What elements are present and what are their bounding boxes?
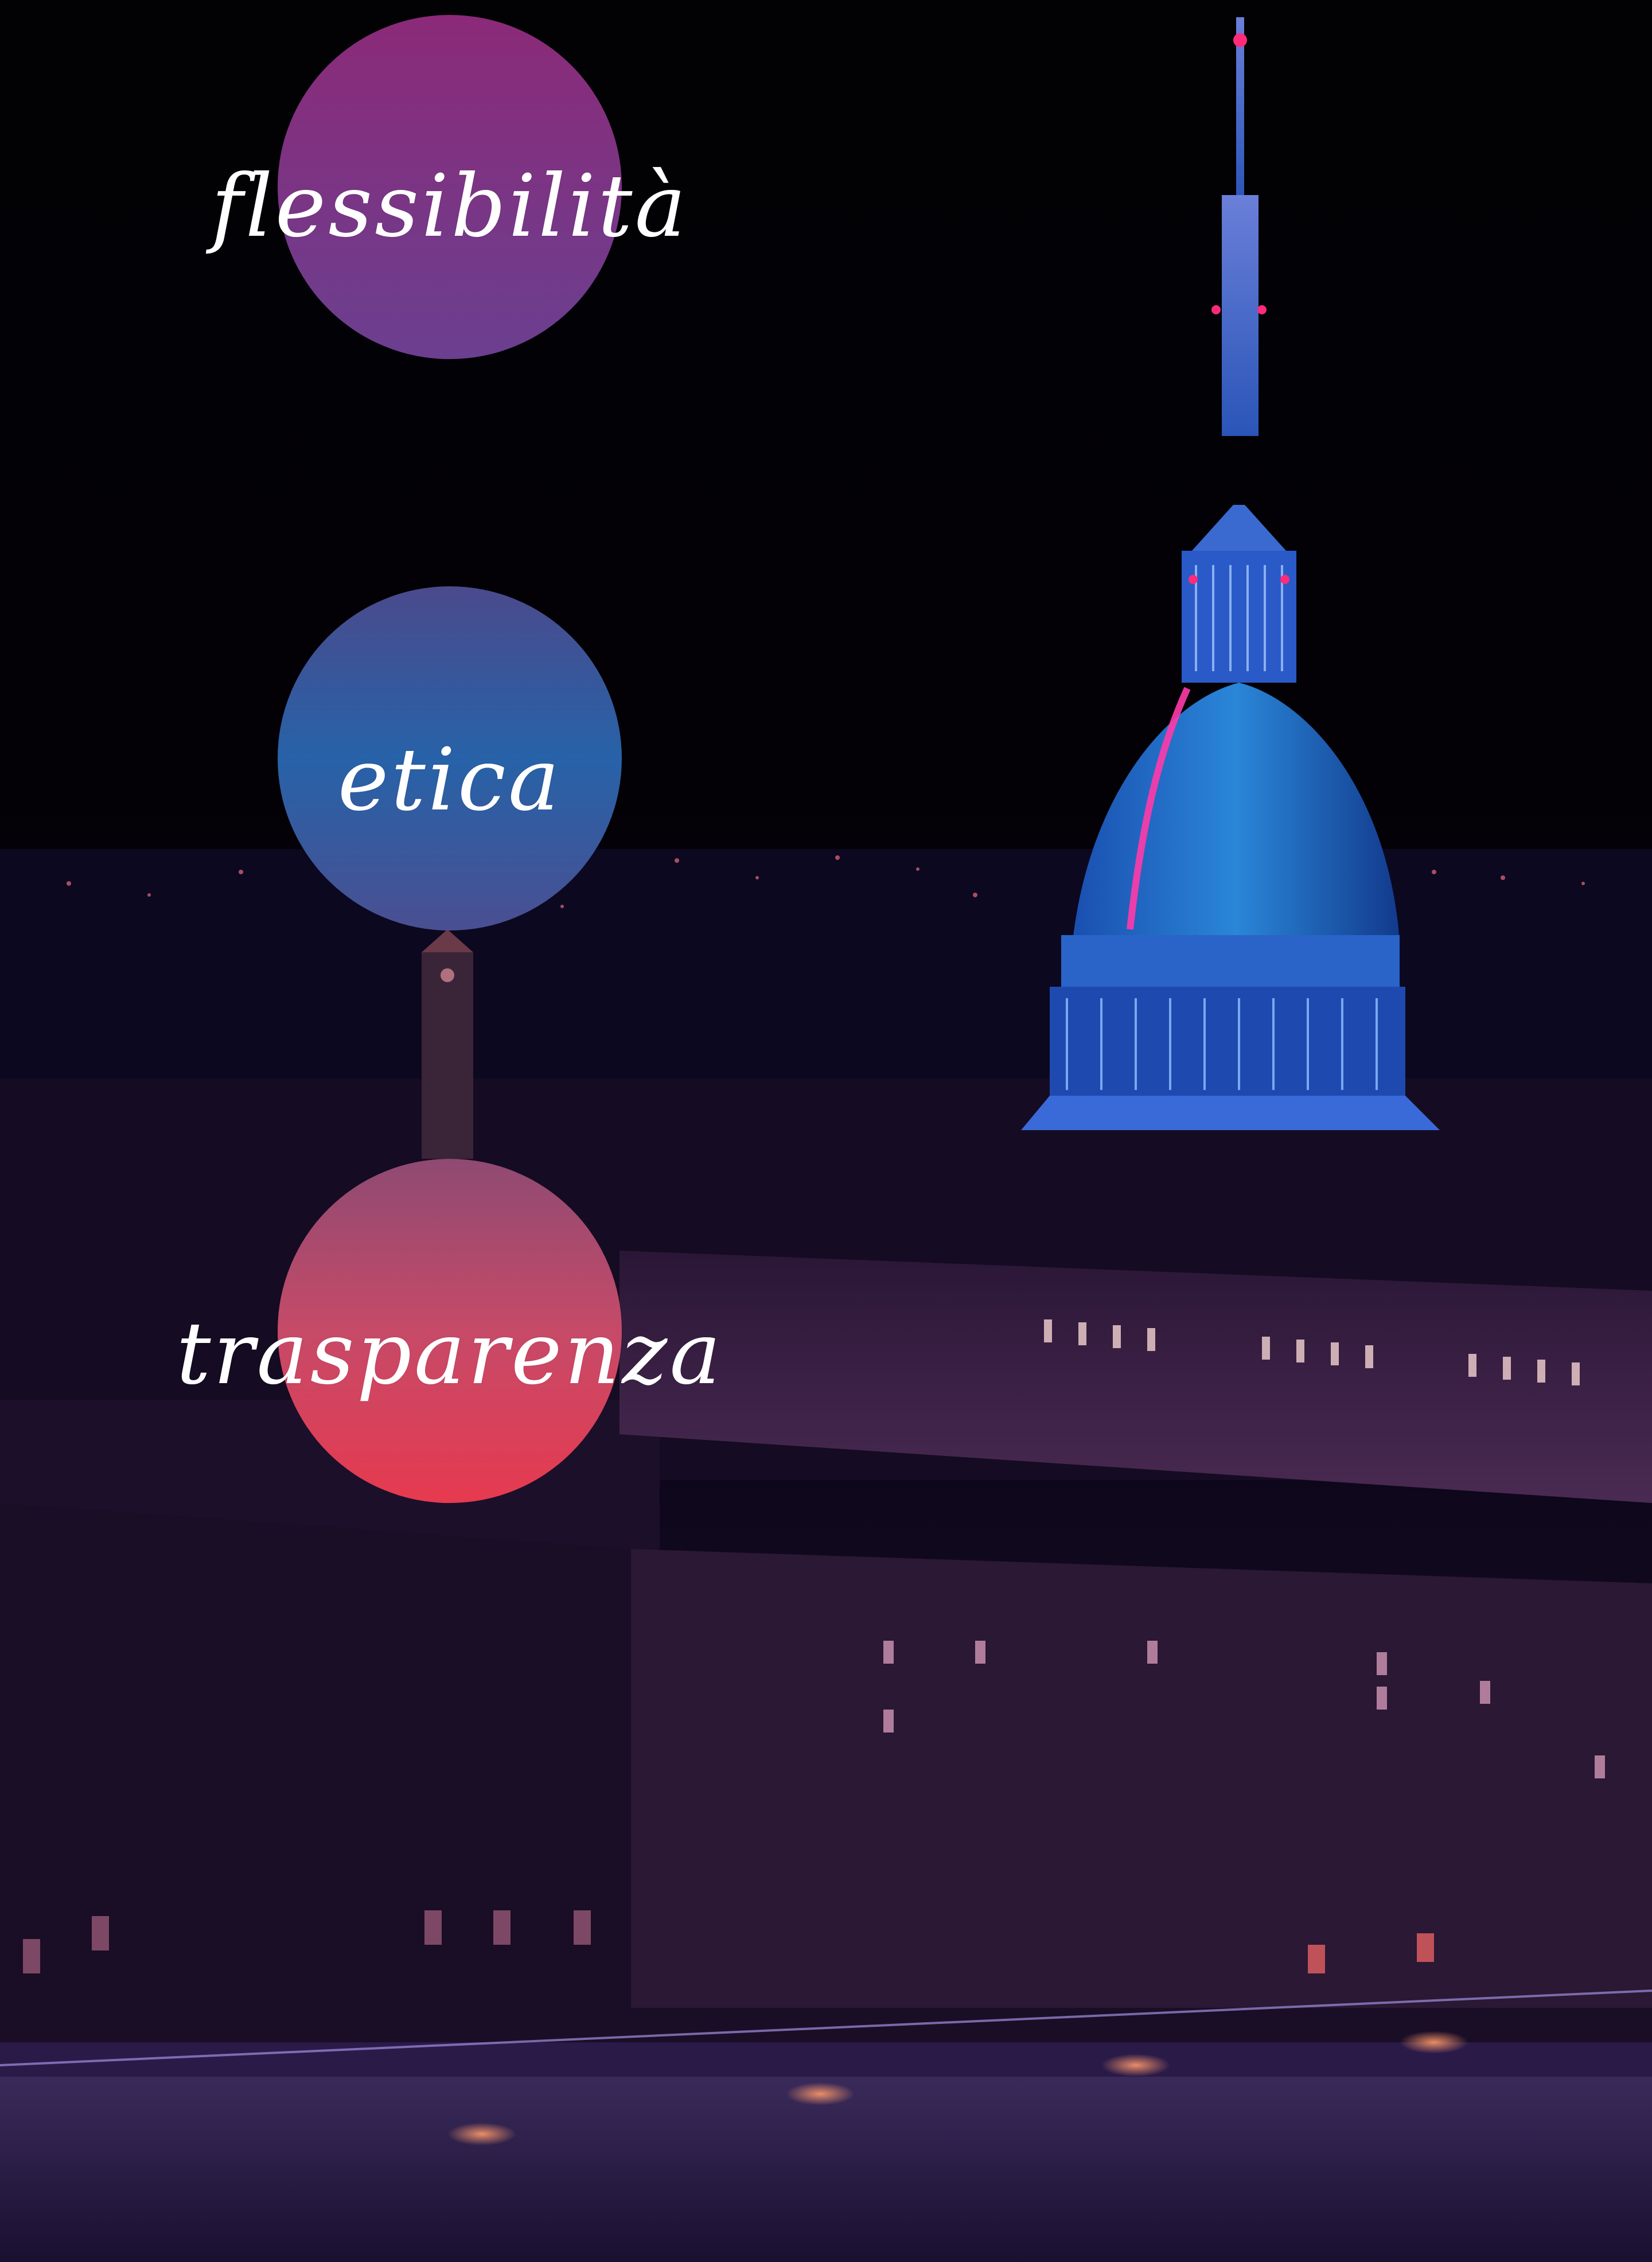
- label-trasparenza: trasparenza: [176, 1304, 723, 1404]
- label-flessibilita: flessibilità: [211, 157, 688, 256]
- turin-night-skyline-photo: [0, 17, 1652, 2262]
- mole-antonelliana: [1021, 17, 1440, 1130]
- night-city-poster: flessibilità etica trasparenza: [0, 0, 1652, 2262]
- label-etica: etica: [337, 730, 562, 830]
